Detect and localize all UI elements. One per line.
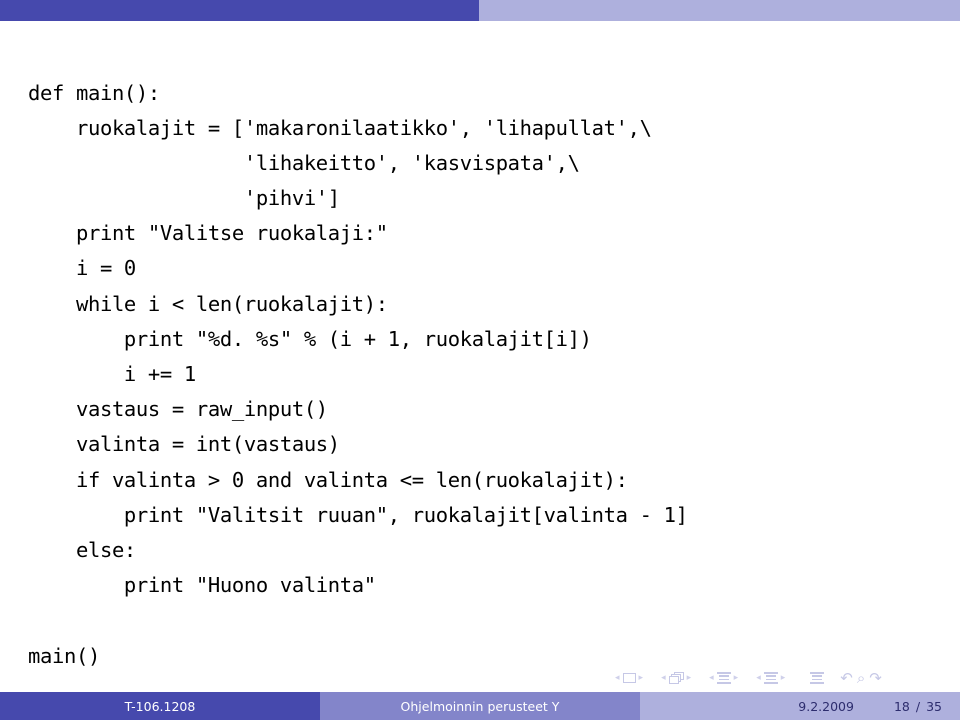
code-line: main() (28, 643, 100, 668)
slide-footer-bar: T-106.1208 Ohjelmoinnin perusteet Y 9.2.… (0, 692, 960, 720)
section-icon[interactable] (763, 672, 778, 684)
previous-frame-icon[interactable]: ◂ (658, 673, 669, 683)
footer-page-total: 35 (926, 698, 942, 714)
previous-slide-icon[interactable]: ◂ (612, 673, 623, 683)
code-line: i += 1 (28, 362, 196, 386)
previous-section-icon[interactable]: ◂ (753, 673, 764, 683)
code-line: 'pihvi'] (28, 186, 340, 211)
code-line: vastaus = raw_input() (28, 397, 328, 422)
code-line: i = 0 (28, 256, 136, 281)
frame-icon[interactable] (668, 672, 684, 684)
code-line: def main(): (28, 80, 160, 105)
go-forward-icon[interactable]: ↷ (867, 670, 884, 686)
next-slide-icon[interactable]: ▸ (636, 673, 647, 683)
python-code-block: def main(): ruokalajit = ['makaronilaati… (28, 76, 688, 674)
code-line: print "Huono valinta" (28, 573, 376, 598)
code-line: print "Valitse ruokalaji:" (28, 221, 388, 246)
footer-page-separator: / (915, 698, 921, 714)
code-line: valinta = int(vastaus) (28, 432, 340, 457)
footer-course-code: T-106.1208 (0, 692, 320, 720)
code-line: 'lihakeitto', 'kasvispata',\ (28, 150, 580, 175)
nav-group-frame: ◂ ▸ (658, 672, 694, 684)
footer-page-indicator: 18 / 35 (894, 699, 942, 714)
footer-course-title: Ohjelmoinnin perusteet Y (320, 692, 640, 720)
code-line: while i < len(ruokalajit): (28, 291, 388, 316)
nav-group-subsection: ◂ ▸ (706, 672, 741, 684)
go-back-icon[interactable]: ↶ (838, 670, 855, 686)
next-subsection-icon[interactable]: ▸ (731, 673, 742, 683)
footer-date: 9.2.2009 (798, 698, 854, 714)
code-line: print "Valitsit ruuan", ruokalajit[valin… (28, 502, 688, 527)
code-line: ruokalajit = ['makaronilaatikko', 'lihap… (28, 115, 652, 140)
subsection-icon[interactable] (716, 672, 731, 684)
slide-header-bar (0, 0, 960, 21)
next-frame-icon[interactable]: ▸ (684, 673, 695, 683)
footer-meta: 9.2.2009 18 / 35 (640, 692, 960, 720)
slide-icon[interactable] (622, 673, 636, 683)
beamer-navigation-symbols: ◂ ▸ ◂ ▸ ◂ ▸ ◂ ▸ ↶ ⌕ ↷ (612, 667, 948, 689)
document-icon[interactable] (810, 672, 825, 684)
next-section-icon[interactable]: ▸ (778, 673, 789, 683)
search-icon[interactable]: ⌕ (855, 670, 867, 686)
code-line: else: (28, 537, 136, 562)
code-line: if valinta > 0 and valinta <= len(ruokal… (28, 467, 628, 492)
previous-subsection-icon[interactable]: ◂ (706, 673, 717, 683)
header-bar-left-segment (0, 0, 479, 21)
header-bar-right-segment (479, 0, 960, 21)
code-line: print "%d. %s" % (i + 1, ruokalajit[i]) (28, 326, 592, 351)
footer-page-current: 18 (893, 698, 910, 714)
nav-group-section: ◂ ▸ (753, 672, 788, 684)
slide-content-area: def main(): ruokalajit = ['makaronilaati… (0, 23, 960, 668)
nav-group-slide: ◂ ▸ (612, 673, 646, 683)
